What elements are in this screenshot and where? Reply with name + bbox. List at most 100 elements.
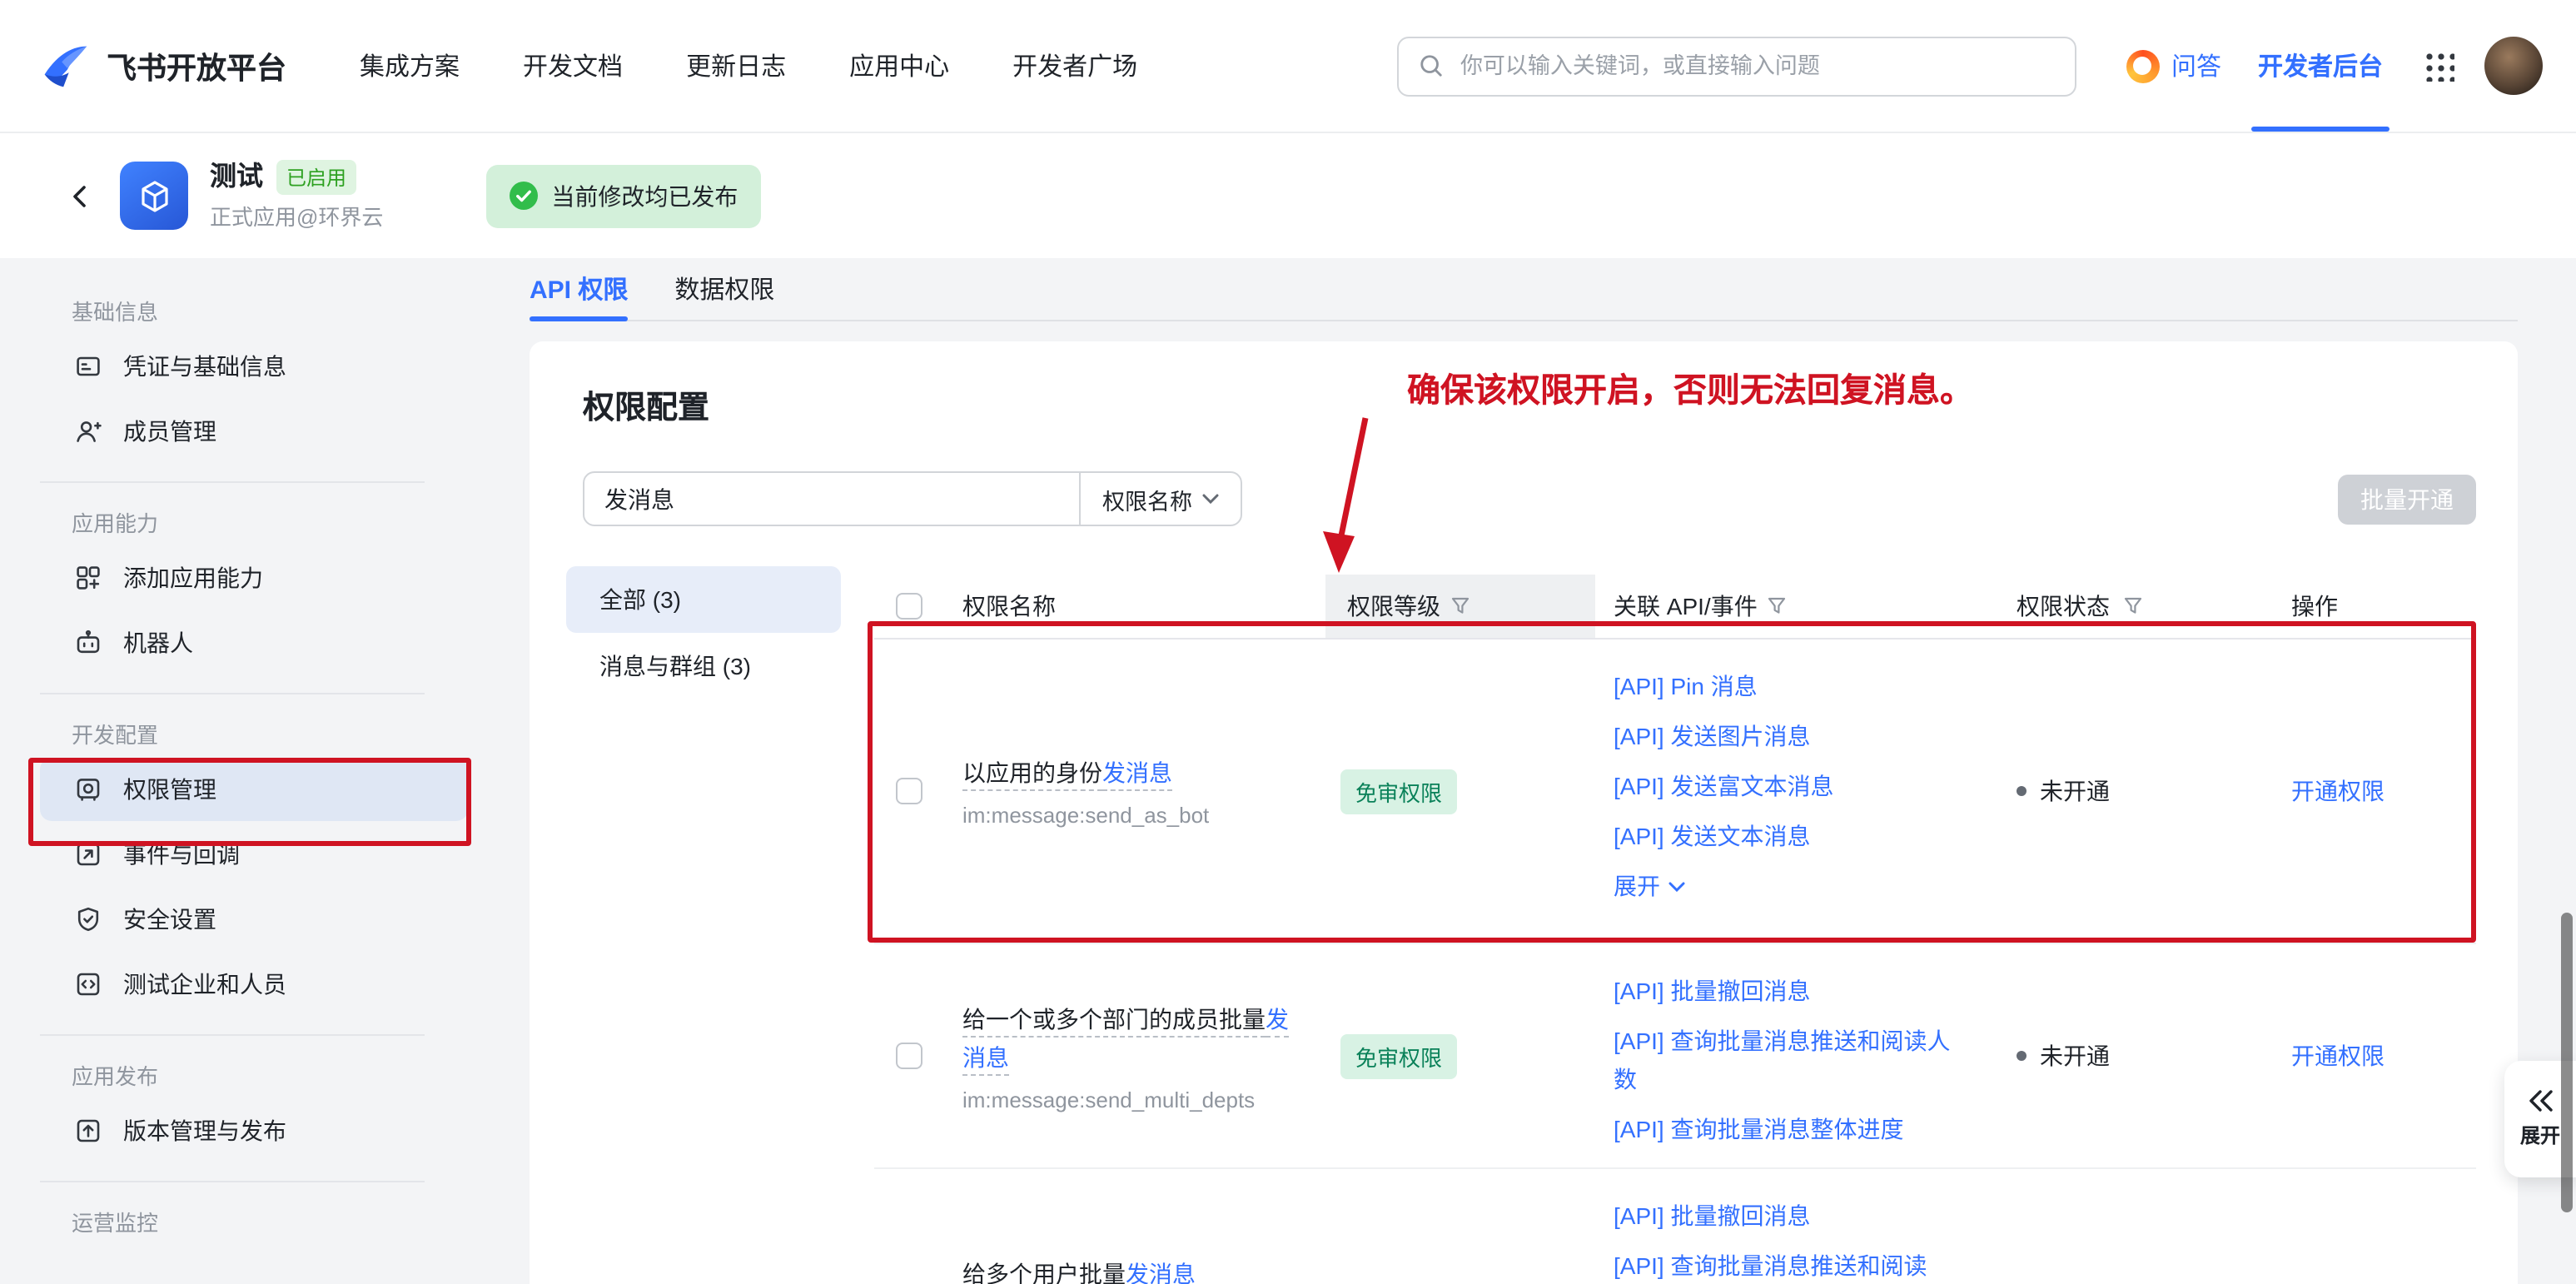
top-navigation: 飞书开放平台 集成方案 开发文档 更新日志 应用中心 开发者广场 问答 开发者后… (0, 0, 2576, 133)
workspace: 基础信息 凭证与基础信息 成员管理 应用能力 (0, 258, 2576, 1284)
app-name: 测试 (210, 162, 263, 192)
sidebar-item-test-enterprise[interactable]: 测试企业和人员 (40, 953, 468, 1016)
vertical-scrollbar[interactable] (2561, 913, 2573, 1212)
nav-item-integration[interactable]: 集成方案 (360, 48, 460, 83)
sidebar-item-version-release[interactable]: 版本管理与发布 (40, 1099, 468, 1162)
select-all-checkbox[interactable] (896, 593, 922, 620)
category-list: 全部 (3) 消息与群组 (3) (566, 566, 841, 1284)
permission-name[interactable]: 给多个用户批量发消息 (962, 1256, 1292, 1284)
app-meta: 测试 已启用 正式应用@环界云 (210, 160, 383, 231)
publish-icon (75, 1117, 102, 1144)
enable-permission-link[interactable]: 开通权限 (2291, 778, 2385, 804)
search-icon (1419, 53, 1444, 78)
permission-code: im:message:send_as_bot (962, 803, 1292, 828)
api-link[interactable]: [API] 查询批量消息整体进度 (1614, 1104, 1973, 1154)
section-app-capability: 应用能力 (72, 506, 471, 543)
api-link[interactable]: [API] 批量撤回消息 (1614, 966, 1973, 1016)
robot-icon (75, 630, 102, 656)
sidebar-item-credentials[interactable]: 凭证与基础信息 (40, 335, 468, 398)
toolbar: 权限名称 批量开通 (583, 471, 2476, 526)
sidebar-item-events[interactable]: 事件与回调 (40, 823, 468, 886)
tab-api-permissions[interactable]: API 权限 (530, 258, 628, 320)
back-button[interactable] (67, 182, 93, 209)
permission-name[interactable]: 给一个或多个部门的成员批量发消息 (962, 1000, 1292, 1077)
sidebar-item-label: 安全设置 (123, 903, 216, 936)
api-link[interactable]: [API] 查询批量消息推送和阅读人数 (1614, 1016, 1973, 1104)
qa-link[interactable]: 问答 (2126, 48, 2221, 83)
api-link[interactable]: [API] 查询批量消息推送和阅读 (1614, 1241, 1973, 1284)
sidebar-item-label: 凭证与基础信息 (123, 350, 286, 383)
console-label: 开发者后台 (2258, 48, 2383, 83)
brand[interactable]: 飞书开放平台 (40, 41, 286, 91)
sidebar-item-label: 测试企业和人员 (123, 968, 286, 1001)
avatar[interactable] (2484, 37, 2543, 95)
apps-grid-icon[interactable] (2423, 50, 2454, 82)
col-actions: 操作 (2268, 575, 2476, 638)
global-search[interactable] (1397, 36, 2076, 96)
nav-item-docs[interactable]: 开发文档 (523, 48, 623, 83)
row-checkbox[interactable] (896, 1043, 922, 1069)
sidebar-divider (40, 1034, 425, 1036)
permission-card: 权限配置 权限名称 批量开通 全 (530, 341, 2518, 1284)
brand-name: 飞书开放平台 (107, 44, 286, 87)
table-area: 全部 (3) 消息与群组 (3) 权限名称 权限等级 (566, 566, 2476, 1284)
sidebar-item-bot[interactable]: 机器人 (40, 611, 468, 674)
api-link[interactable]: [API] Pin 消息 (1614, 661, 1973, 711)
enable-permission-link[interactable]: 开通权限 (2291, 1043, 2385, 1069)
col-related-api: 关联 API/事件 (1595, 575, 1998, 638)
sidebar-item-members[interactable]: 成员管理 (40, 400, 468, 463)
chevron-down-icon (1668, 880, 1685, 892)
console-link[interactable]: 开发者后台 (2258, 0, 2383, 132)
table-row: 以应用的身份发消息 im:message:send_as_bot 免审权限 [A… (874, 640, 2476, 944)
back-chevron-icon (67, 182, 93, 209)
filter-icon[interactable] (2123, 596, 2143, 616)
level-badge: 免审权限 (1340, 1033, 1457, 1078)
sidebar-item-label: 权限管理 (123, 773, 216, 806)
app-bar: 测试 已启用 正式应用@环界云 当前修改均已发布 (0, 133, 2576, 258)
sidebar-divider (40, 1181, 425, 1182)
publish-status-text: 当前修改均已发布 (551, 179, 738, 212)
safe-icon (75, 776, 102, 803)
section-dev-config: 开发配置 (72, 718, 471, 754)
permission-table: 权限名称 权限等级 关联 API/事件 (874, 575, 2476, 1284)
permission-search-input[interactable] (584, 473, 1079, 525)
sidebar-item-security[interactable]: 安全设置 (40, 888, 468, 951)
api-link[interactable]: [API] 发送富文本消息 (1614, 761, 1973, 811)
table-row: 给多个用户批量发消息 [API] 批量撤回消息 [API] 查询批量消息推送和阅… (874, 1169, 2476, 1284)
section-ops-monitoring: 运营监控 (72, 1206, 471, 1242)
sidebar-item-label: 事件与回调 (123, 838, 240, 871)
sidebar-item-add-capability[interactable]: 添加应用能力 (40, 546, 468, 610)
sidebar-item-permissions[interactable]: 权限管理 (40, 758, 468, 821)
batch-enable-button[interactable]: 批量开通 (2338, 474, 2476, 524)
nav-item-app-center[interactable]: 应用中心 (849, 48, 949, 83)
app-subtitle: 正式应用@环界云 (210, 200, 383, 231)
section-app-release: 应用发布 (72, 1059, 471, 1096)
sidebar-divider (40, 481, 425, 483)
api-link[interactable]: [API] 发送图片消息 (1614, 711, 1973, 761)
app-status-badge: 已启用 (276, 160, 356, 195)
app-icon (120, 162, 188, 230)
api-link[interactable]: [API] 批量撤回消息 (1614, 1191, 1973, 1241)
api-link[interactable]: [API] 发送文本消息 (1614, 811, 1973, 861)
code-icon (75, 971, 102, 998)
status-dot (2017, 786, 2026, 796)
filter-icon[interactable] (1768, 596, 1788, 616)
expand-panel-label: 展开 (2520, 1121, 2560, 1149)
category-all[interactable]: 全部 (3) (566, 566, 841, 633)
filter-icon[interactable] (1450, 596, 1470, 616)
nav-item-dev-plaza[interactable]: 开发者广场 (1012, 48, 1137, 83)
col-permission-level: 权限等级 (1325, 575, 1595, 638)
annotation-text: 确保该权限开启，否则无法回复消息。 (1407, 363, 1973, 411)
status-text: 未开通 (2040, 1039, 2110, 1072)
row-checkbox[interactable] (896, 778, 922, 804)
qa-label: 问答 (2171, 48, 2221, 83)
global-search-input[interactable] (1457, 52, 2055, 80)
tab-data-permissions[interactable]: 数据权限 (674, 258, 774, 320)
permission-search-group: 权限名称 (583, 471, 1242, 526)
permission-name[interactable]: 以应用的身份发消息 (962, 754, 1292, 793)
category-im-group[interactable]: 消息与群组 (3) (566, 633, 841, 699)
col-permission-name: 权限名称 (962, 575, 1325, 638)
search-field-select[interactable]: 权限名称 (1079, 473, 1241, 525)
expand-apis-link[interactable]: 展开 (1614, 861, 1973, 911)
nav-item-changelog[interactable]: 更新日志 (686, 48, 786, 83)
